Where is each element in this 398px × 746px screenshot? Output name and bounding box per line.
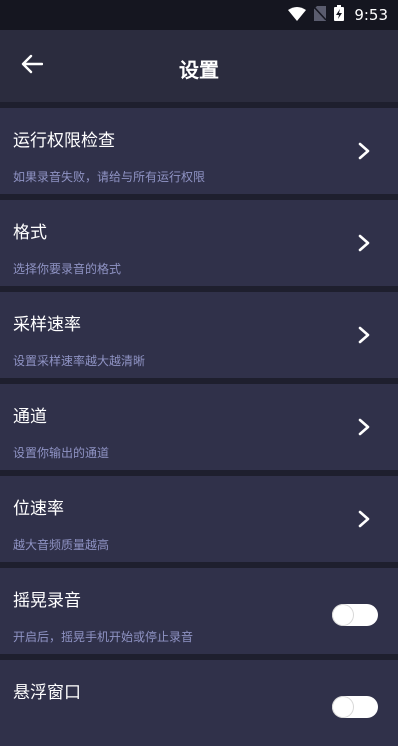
- chevron-right-icon: [358, 142, 370, 160]
- setting-subtitle: 设置采样速率越大越清晰: [13, 354, 146, 368]
- settings-list: 运行权限检查 如果录音失败，请给与所有运行权限 格式 选择你要录音的格式 采样速…: [0, 102, 398, 746]
- page-title: 设置: [179, 58, 219, 82]
- battery-charging-icon: [334, 5, 345, 25]
- chevron-right-icon: [358, 418, 370, 436]
- setting-subtitle: 开启后，摇晃手机开始或停止录音: [13, 630, 194, 644]
- toggle-knob: [333, 605, 353, 625]
- setting-subtitle: 越大音频质量越高: [13, 538, 110, 552]
- setting-title: 悬浮窗口: [13, 683, 81, 703]
- floating-window-toggle[interactable]: [332, 696, 378, 718]
- setting-sample-rate[interactable]: 采样速率 设置采样速率越大越清晰: [0, 292, 398, 378]
- no-sim-icon: [313, 5, 327, 25]
- status-bar: 9:53: [0, 0, 398, 30]
- toggle-knob: [333, 697, 353, 717]
- chevron-right-icon: [358, 510, 370, 528]
- shake-record-toggle[interactable]: [332, 604, 378, 626]
- setting-title: 采样速率: [13, 315, 81, 335]
- setting-run-permission-check[interactable]: 运行权限检查 如果录音失败，请给与所有运行权限: [0, 108, 398, 194]
- setting-title: 通道: [13, 407, 47, 427]
- setting-subtitle: 选择你要录音的格式: [13, 262, 122, 276]
- wifi-icon: [288, 6, 307, 25]
- setting-subtitle: 如果录音失败，请给与所有运行权限: [13, 170, 206, 184]
- chevron-right-icon: [358, 326, 370, 344]
- setting-title: 格式: [13, 223, 47, 243]
- setting-bit-rate[interactable]: 位速率 越大音频质量越高: [0, 476, 398, 562]
- chevron-right-icon: [358, 234, 370, 252]
- setting-shake-record: 摇晃录音 开启后，摇晃手机开始或停止录音: [0, 568, 398, 654]
- setting-subtitle: 设置你输出的通道: [13, 446, 110, 460]
- setting-title: 位速率: [13, 499, 64, 519]
- app-bar: 设置: [0, 30, 398, 102]
- setting-title: 摇晃录音: [13, 591, 81, 611]
- setting-floating-window: 悬浮窗口: [0, 660, 398, 746]
- status-time: 9:53: [354, 6, 388, 24]
- setting-title: 运行权限检查: [13, 131, 115, 151]
- setting-format[interactable]: 格式 选择你要录音的格式: [0, 200, 398, 286]
- setting-channel[interactable]: 通道 设置你输出的通道: [0, 384, 398, 470]
